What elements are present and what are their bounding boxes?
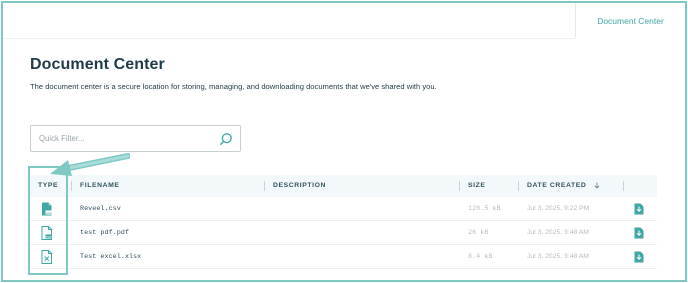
- documents-table: TYPE FILENAME DESCRIPTION SIZE DATE CREA…: [30, 175, 657, 269]
- svg-text:CSV: CSV: [46, 211, 52, 215]
- download-icon[interactable]: [634, 203, 644, 215]
- table-row[interactable]: PDF test pdf.pdf 26 kB Jul 3, 2025, 3:48…: [30, 221, 657, 245]
- annotation-arrow-icon: [50, 153, 130, 176]
- quick-filter: [30, 125, 241, 152]
- column-header-description-label: DESCRIPTION: [273, 182, 327, 189]
- page-description: The document center is a secure location…: [30, 82, 437, 91]
- download-icon[interactable]: [634, 251, 644, 263]
- quick-filter-input[interactable]: [31, 126, 211, 151]
- date-cell: Jul 3, 2025, 3:48 AM: [527, 229, 589, 236]
- column-header-description[interactable]: DESCRIPTION: [264, 175, 327, 197]
- column-header-filename[interactable]: FILENAME: [71, 175, 120, 197]
- pdf-file-icon: PDF: [41, 226, 52, 240]
- date-cell: Jul 3, 2025, 3:48 AM: [527, 253, 589, 260]
- top-navigation: Document Center: [3, 3, 685, 39]
- csv-file-icon: CSV: [42, 202, 52, 216]
- column-header-type[interactable]: TYPE: [38, 175, 58, 197]
- column-header-filename-label: FILENAME: [80, 182, 120, 189]
- column-separator: [71, 181, 72, 191]
- column-header-date-created-label: DATE CREATED: [527, 182, 587, 189]
- table-header: TYPE FILENAME DESCRIPTION SIZE DATE CREA…: [30, 175, 657, 197]
- table-row[interactable]: Test excel.xlsx 8.4 kB Jul 3, 2025, 3:48…: [30, 245, 657, 269]
- size-cell: 128.5 kB: [468, 205, 501, 213]
- download-icon[interactable]: [634, 227, 644, 239]
- column-header-date-created[interactable]: DATE CREATED: [518, 175, 600, 197]
- date-cell: Jul 3, 2025, 9:22 PM: [527, 205, 590, 212]
- sort-descending-icon[interactable]: [594, 182, 600, 189]
- column-header-size[interactable]: SIZE: [459, 175, 486, 197]
- column-separator: [264, 181, 265, 191]
- svg-text:PDF: PDF: [46, 235, 52, 239]
- filename-cell[interactable]: Reveel.csv: [80, 197, 121, 221]
- tab-document-center[interactable]: Document Center: [575, 3, 685, 39]
- size-cell: 26 kB: [468, 229, 489, 237]
- page-title: Document Center: [30, 56, 165, 73]
- search-icon[interactable]: [219, 132, 233, 146]
- table-row[interactable]: CSV Reveel.csv 128.5 kB Jul 3, 2025, 9:2…: [30, 197, 657, 221]
- column-separator: [623, 181, 624, 191]
- filename-cell[interactable]: Test excel.xlsx: [80, 245, 141, 269]
- column-header-size-label: SIZE: [468, 182, 486, 189]
- column-separator: [459, 181, 460, 191]
- size-cell: 8.4 kB: [468, 253, 493, 261]
- xlsx-file-icon: [41, 250, 52, 264]
- column-separator: [518, 181, 519, 191]
- filename-cell[interactable]: test pdf.pdf: [80, 221, 129, 245]
